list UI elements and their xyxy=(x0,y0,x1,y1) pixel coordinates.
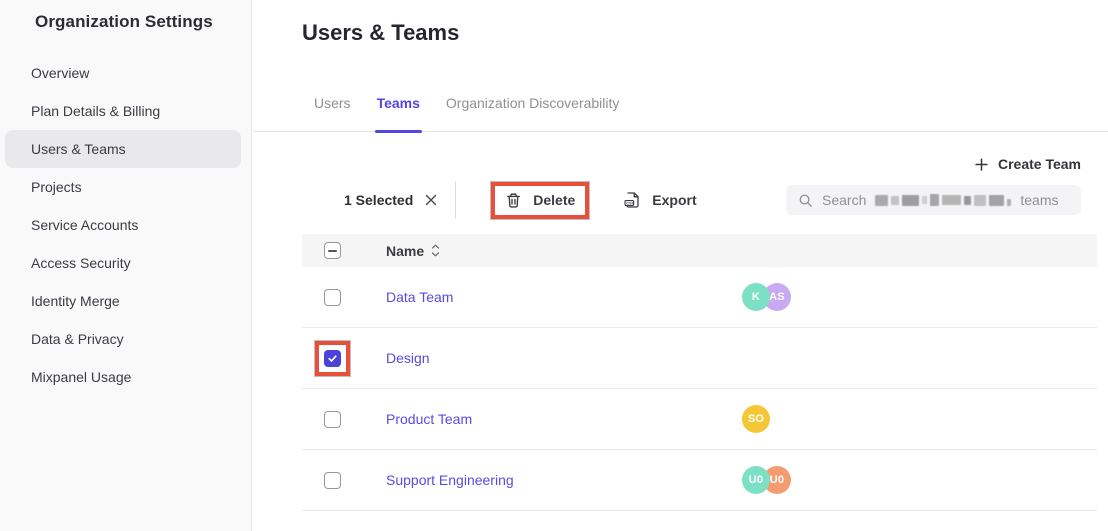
tab-teams-label: Teams xyxy=(377,95,420,111)
sidebar-item-data-privacy[interactable]: Data & Privacy xyxy=(5,320,241,358)
clear-selection-button[interactable] xyxy=(423,192,439,208)
search-input[interactable]: Search teams xyxy=(786,185,1081,215)
search-placeholder-suffix: teams xyxy=(1020,192,1058,208)
sidebar-item-service-accounts[interactable]: Service Accounts xyxy=(5,206,241,244)
sidebar-item-plan-details-billing[interactable]: Plan Details & Billing xyxy=(5,92,241,130)
sidebar-item-projects[interactable]: Projects xyxy=(5,168,241,206)
trash-icon xyxy=(505,192,522,209)
tab-teams[interactable]: Teams xyxy=(377,95,420,131)
avatar: SO xyxy=(742,405,770,433)
annotation-box-delete: Delete xyxy=(491,182,589,219)
row-checkbox-product-team[interactable] xyxy=(324,411,341,428)
member-avatars: U0 U0 xyxy=(742,466,791,494)
export-button-label: Export xyxy=(652,192,696,208)
sidebar-item-mixpanel-usage[interactable]: Mixpanel Usage xyxy=(5,358,241,396)
search-placeholder-prefix: Search xyxy=(822,192,866,208)
member-avatars: K AS xyxy=(742,283,791,311)
team-link-data-team[interactable]: Data Team xyxy=(386,289,453,305)
table-row-data-team: Data Team K AS xyxy=(302,267,1097,328)
selected-count-label: 1 Selected xyxy=(344,192,413,208)
svg-text:CSV: CSV xyxy=(627,200,635,205)
create-team-label: Create Team xyxy=(998,156,1081,172)
select-all-checkbox[interactable] xyxy=(324,242,341,259)
sidebar-item-access-security[interactable]: Access Security xyxy=(5,244,241,282)
team-link-design[interactable]: Design xyxy=(386,350,430,366)
delete-button[interactable]: Delete xyxy=(499,188,581,213)
main-content: Users & Teams Users Teams Organization D… xyxy=(253,0,1108,531)
active-tab-underline xyxy=(375,130,422,133)
sidebar-nav: Overview Plan Details & Billing Users & … xyxy=(0,54,251,396)
delete-button-label: Delete xyxy=(533,192,575,208)
indeterminate-dash-icon xyxy=(328,250,337,252)
plus-icon xyxy=(974,157,989,172)
sidebar-item-identity-merge[interactable]: Identity Merge xyxy=(5,282,241,320)
row-checkbox-design[interactable] xyxy=(324,350,341,367)
avatar: K xyxy=(742,283,770,311)
sidebar-title: Organization Settings xyxy=(0,0,251,32)
team-link-product-team[interactable]: Product Team xyxy=(386,411,472,427)
sidebar: Organization Settings Overview Plan Deta… xyxy=(0,0,252,531)
table-row-design: Design xyxy=(302,328,1097,389)
csv-file-icon: CSV xyxy=(623,191,641,209)
table-row-product-team: Product Team SO xyxy=(302,389,1097,450)
tab-organization-discoverability[interactable]: Organization Discoverability xyxy=(446,95,620,131)
bulk-action-toolbar: 1 Selected xyxy=(253,179,1108,221)
selection-status: 1 Selected xyxy=(344,192,439,208)
column-header-name[interactable]: Name xyxy=(386,243,631,259)
team-link-support-engineering[interactable]: Support Engineering xyxy=(386,472,514,488)
teams-table: Name Data Team xyxy=(302,234,1097,511)
sidebar-item-users-teams[interactable]: Users & Teams xyxy=(5,130,241,168)
create-team-row: Create Team xyxy=(253,156,1108,172)
search-icon xyxy=(798,193,813,208)
organization-settings-page: Organization Settings Overview Plan Deta… xyxy=(0,0,1108,531)
sort-updown-icon xyxy=(431,244,440,257)
avatar: U0 xyxy=(742,466,770,494)
sidebar-item-overview[interactable]: Overview xyxy=(5,54,241,92)
redacted-org-name xyxy=(875,194,1011,206)
toolbar-divider xyxy=(455,181,456,219)
member-avatars: SO xyxy=(742,405,770,433)
page-title: Users & Teams xyxy=(302,20,1108,46)
row-checkbox-data-team[interactable] xyxy=(324,289,341,306)
annotation-box-design-checkbox xyxy=(315,341,350,376)
tab-bar: Users Teams Organization Discoverability xyxy=(253,95,1108,132)
checkmark-icon xyxy=(327,353,338,364)
close-icon xyxy=(425,194,437,206)
table-header-row: Name xyxy=(302,234,1097,267)
export-button[interactable]: CSV Export xyxy=(617,187,702,213)
tab-users[interactable]: Users xyxy=(314,95,351,131)
row-checkbox-support-engineering[interactable] xyxy=(324,472,341,489)
name-column-label: Name xyxy=(386,243,424,259)
table-row-support-engineering: Support Engineering U0 U0 xyxy=(302,450,1097,511)
create-team-button[interactable]: Create Team xyxy=(974,156,1081,172)
